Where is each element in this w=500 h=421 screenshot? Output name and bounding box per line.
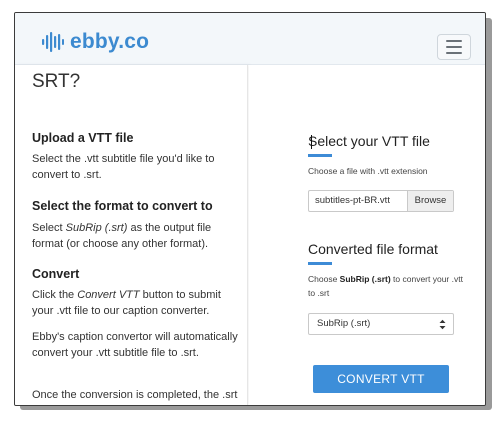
instructions-panel: SRT? Upload a VTT file Select the .vtt s… xyxy=(15,65,248,405)
format-title: Converted file format xyxy=(308,241,438,257)
step-title-convert: Convert xyxy=(32,267,80,281)
select-arrows-icon xyxy=(439,319,446,330)
format-hint: Choose SubRip (.srt) to convert your .vt… xyxy=(308,274,463,298)
select-file-hint: Choose a file with .vtt extension xyxy=(308,166,428,176)
completion-paragraph: Once the conversion is completed, the .s… xyxy=(32,389,238,401)
step-text-upload: Select the .vtt subtitle file you'd like… xyxy=(32,153,215,181)
logo-text: ebby.co xyxy=(70,30,150,53)
browse-button[interactable]: Browse xyxy=(407,191,453,211)
section-heading: SRT? xyxy=(32,71,81,92)
title-underline xyxy=(308,154,332,157)
step-text-format: Select SubRip (.srt) as the output file … xyxy=(32,222,212,250)
text-cursor xyxy=(311,135,312,149)
sound-wave-icon xyxy=(42,32,64,52)
format-select-value: SubRip (.srt) xyxy=(317,318,371,329)
step-title-format: Select the format to convert to xyxy=(32,199,213,213)
convert-vtt-button[interactable]: CONVERT VTT xyxy=(313,365,449,393)
hamburger-menu-icon xyxy=(446,40,462,42)
format-select[interactable]: SubRip (.srt) xyxy=(308,313,454,335)
title-underline xyxy=(308,262,332,265)
logo[interactable]: ebby.co xyxy=(42,31,149,53)
step-text-convert: Click the Convert VTT button to submit y… xyxy=(32,289,221,317)
site-header: ebby.co xyxy=(15,13,485,65)
converter-panel: Select your VTT file Choose a file with … xyxy=(249,65,485,405)
browser-window: ebby.co SRT? Upload a VTT file Select th… xyxy=(14,12,486,406)
file-input[interactable]: subtitles-pt-BR.vtt Browse xyxy=(308,190,454,212)
selected-file-name: subtitles-pt-BR.vtt xyxy=(315,195,390,206)
auto-convert-paragraph: Ebby's caption convertor will automatica… xyxy=(32,331,238,359)
select-file-title: Select your VTT file xyxy=(308,133,430,149)
hamburger-menu-button[interactable] xyxy=(437,34,471,60)
step-title-upload: Upload a VTT file xyxy=(32,131,134,145)
